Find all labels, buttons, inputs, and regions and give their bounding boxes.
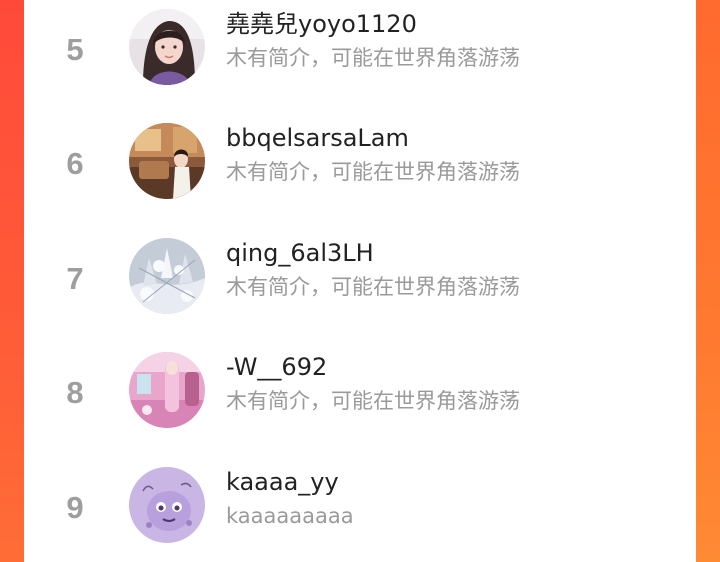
user-bio: kaaaaaaaaa: [226, 504, 354, 528]
avatar[interactable]: [129, 123, 205, 199]
rank-number: 5: [66, 32, 84, 67]
user-bio: 木有简介，可能在世界角落游荡: [226, 275, 520, 299]
avatar[interactable]: [129, 238, 205, 314]
user-bio: 木有简介，可能在世界角落游荡: [226, 389, 520, 413]
username[interactable]: 堯堯兒yoyo1120: [226, 6, 417, 42]
list-item[interactable]: 8 -W__692 木有简介，可能在世界角落游荡: [24, 343, 696, 443]
username[interactable]: bbqelsarsaLam: [226, 120, 409, 156]
user-bio: 木有简介，可能在世界角落游荡: [226, 160, 520, 184]
avatar[interactable]: [129, 467, 205, 543]
username[interactable]: -W__692: [226, 349, 327, 385]
rank-number: 8: [66, 375, 84, 410]
avatar[interactable]: [129, 9, 205, 85]
rank-number: 6: [66, 146, 84, 181]
list-item[interactable]: 9 kaaaa_yy kaaaaaaaaa: [24, 458, 696, 558]
user-bio: 木有简介，可能在世界角落游荡: [226, 46, 520, 70]
rank-number: 7: [66, 261, 84, 296]
list-item[interactable]: 5 堯堯兒yoyo1120 木有简介，可能在世界角落游荡: [24, 0, 696, 100]
background-left-edge: [0, 0, 24, 562]
list-item[interactable]: 7 qing_6al3LH 木有简介，可能在世界角落游荡: [24, 229, 696, 329]
list-item[interactable]: 6 bbqelsarsaLam 木有简介，可能在世界角落游荡: [24, 114, 696, 214]
background-right-edge: [696, 0, 720, 562]
username[interactable]: qing_6al3LH: [226, 235, 374, 271]
ranking-list: 5 堯堯兒yoyo1120 木有简介，可能在世界角落游荡 6 bbqelsars…: [24, 0, 696, 562]
rank-number: 9: [66, 490, 84, 525]
avatar[interactable]: [129, 352, 205, 428]
username[interactable]: kaaaa_yy: [226, 464, 339, 500]
